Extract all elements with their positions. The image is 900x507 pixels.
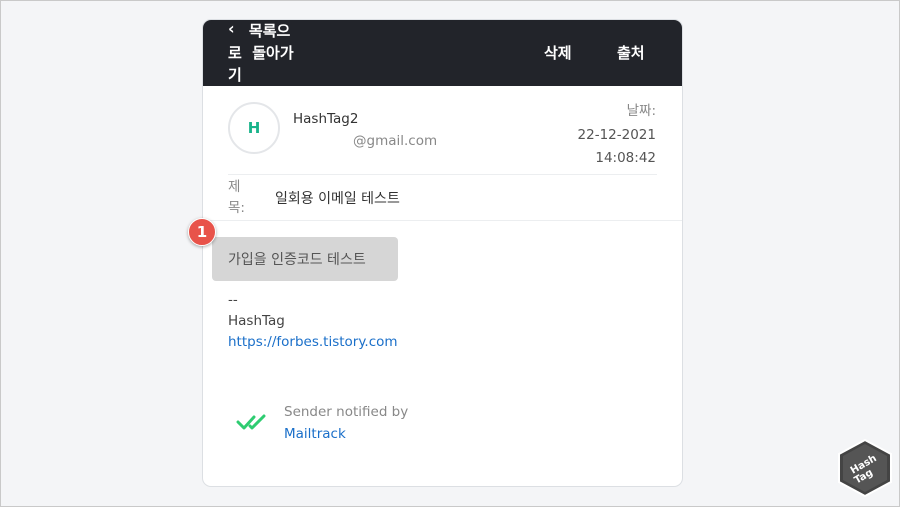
subject-label: 제 목: (228, 179, 245, 216)
body-text: 가입을 인증코드 테스트 (228, 252, 366, 268)
back-to-list-button[interactable]: 목록으 로 돌아가 기 (228, 20, 318, 86)
mailtrack-link[interactable]: Mailtrack (284, 426, 346, 442)
signature-separator: -- (228, 292, 238, 308)
highlighted-body-text: 가입을 인증코드 테스트 (212, 237, 398, 281)
step-badge: 1 (188, 218, 216, 246)
sender-email: @gmail.com (353, 133, 438, 149)
date-label: 날짜: (626, 103, 656, 119)
source-button[interactable]: 출처 (617, 42, 645, 63)
sender-name: HashTag2 (293, 111, 359, 127)
date-value: 22-12-2021 14:08:42 (577, 127, 656, 166)
hashtag-logo: Hash Tag (838, 438, 892, 498)
subject-value: 일회용 이메일 테스트 (275, 191, 400, 207)
avatar: H (228, 102, 280, 154)
signature-name: HashTag (228, 313, 285, 329)
notified-text: Sender notified by (284, 404, 409, 420)
chevron-left-icon[interactable]: ‹ (228, 20, 235, 38)
delete-button[interactable]: 삭제 (544, 42, 572, 63)
divider (228, 174, 657, 175)
signature-link[interactable]: https://forbes.tistory.com (228, 334, 398, 350)
divider (203, 220, 682, 221)
email-card: 목록으 로 돌아가 기 ‹ 삭제 출처 H HashTag2 @gmail.co… (202, 19, 683, 487)
email-toolbar: 목록으 로 돌아가 기 ‹ 삭제 출처 (203, 20, 682, 86)
double-check-icon (236, 414, 266, 430)
